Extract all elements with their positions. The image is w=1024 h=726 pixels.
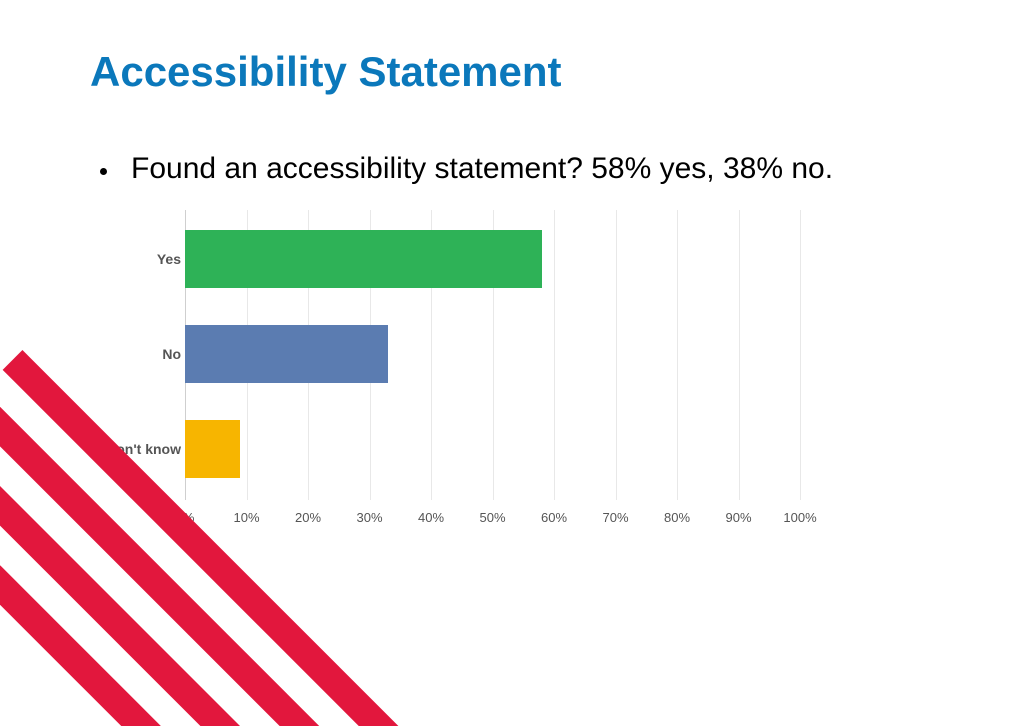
chart-plot-area [185,210,800,500]
bar-chart: Yes No Don't know 0% 10% 20% 30% 40% 5 [95,210,800,535]
bullet-item: Found an accessibility statement? 58% ye… [100,152,833,186]
bar-yes [185,230,542,288]
gridline [677,210,678,500]
tick-label: 70% [602,510,628,525]
gridline [616,210,617,500]
category-label: No [91,325,181,383]
tick-label: 50% [479,510,505,525]
bullet-dot-icon [100,168,107,175]
bar-no [185,325,388,383]
tick-label: 20% [295,510,321,525]
bullet-text: Found an accessibility statement? 58% ye… [131,152,833,186]
tick-label: 30% [356,510,382,525]
gridline [739,210,740,500]
slide: Accessibility Statement Found an accessi… [0,0,1024,726]
tick-label: 40% [418,510,444,525]
gridline [554,210,555,500]
slide-title: Accessibility Statement [90,48,562,96]
tick-label: 10% [233,510,259,525]
decorative-stripes-icon [0,527,418,726]
bar-dont-know [185,420,240,478]
tick-label: 60% [541,510,567,525]
tick-label: 90% [725,510,751,525]
tick-label: 100% [783,510,816,525]
gridline [800,210,801,500]
category-label: Yes [91,230,181,288]
tick-label: 80% [664,510,690,525]
